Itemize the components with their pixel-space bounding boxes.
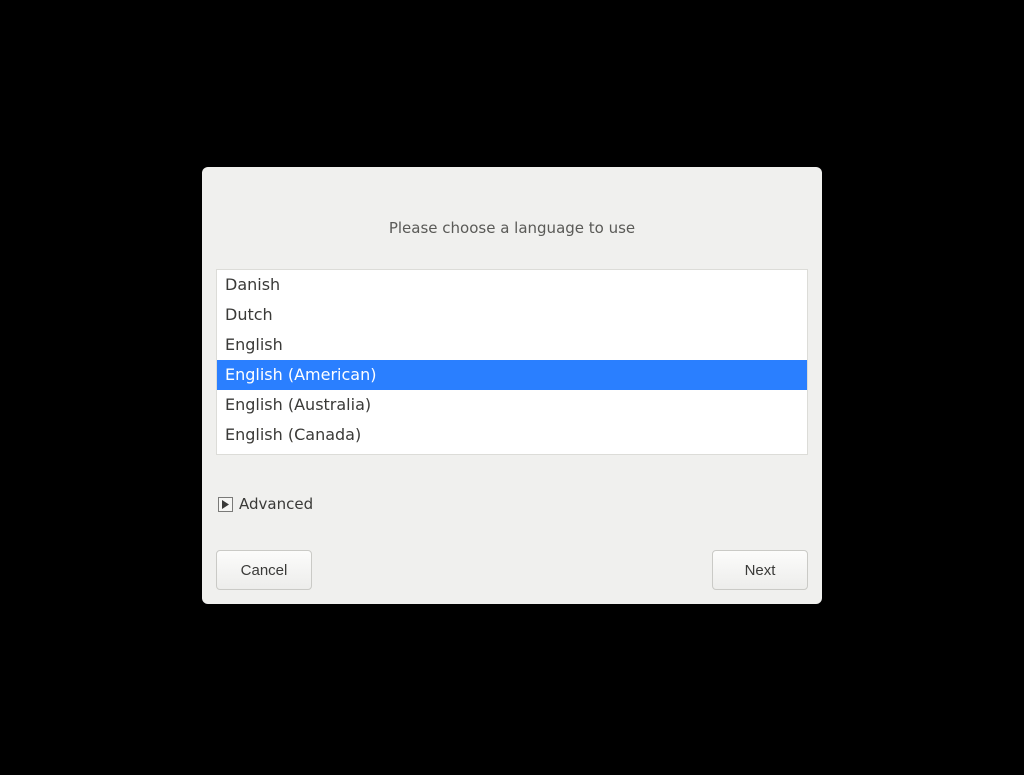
language-dialog: Please choose a language to use Danish D…	[202, 167, 822, 604]
cancel-button[interactable]: Cancel	[216, 550, 312, 590]
list-item[interactable]: English (Canada)	[217, 420, 807, 450]
list-item[interactable]: Danish	[217, 270, 807, 300]
next-button[interactable]: Next	[712, 550, 808, 590]
play-right-icon	[218, 497, 233, 512]
list-item[interactable]: English (Ireland)	[217, 450, 807, 455]
button-row: Cancel Next	[214, 550, 810, 590]
list-item[interactable]: Dutch	[217, 300, 807, 330]
dialog-title: Please choose a language to use	[214, 219, 810, 237]
list-item[interactable]: English	[217, 330, 807, 360]
language-list[interactable]: Danish Dutch English English (American) …	[216, 269, 808, 455]
list-item-selected[interactable]: English (American)	[217, 360, 807, 390]
list-item[interactable]: English (Australia)	[217, 390, 807, 420]
advanced-expander[interactable]: Advanced	[218, 495, 810, 513]
advanced-label: Advanced	[239, 495, 313, 513]
